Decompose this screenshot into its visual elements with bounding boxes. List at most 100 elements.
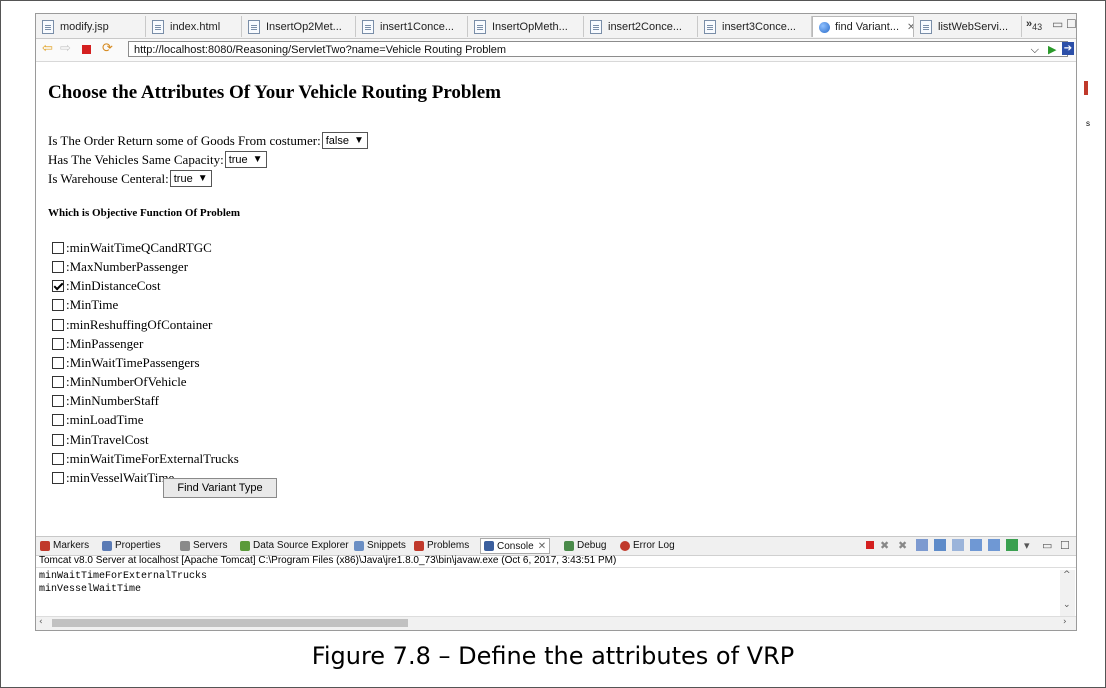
view-tab-data-source-explorer[interactable]: Data Source Explorer: [240, 540, 349, 551]
objective-checkbox-row[interactable]: :MinTime: [52, 297, 118, 313]
file-icon: [474, 19, 486, 34]
console-output[interactable]: minWaitTimeForExternalTrucks minVesselWa…: [39, 570, 207, 596]
tab-insert3conce[interactable]: insert3Conce...: [698, 16, 812, 37]
checkbox[interactable]: [52, 357, 64, 369]
word-wrap-icon[interactable]: [952, 539, 964, 551]
objective-checkbox-row[interactable]: :MinNumberOfVehicle: [52, 374, 187, 390]
tab-listwebservi[interactable]: listWebServi...: [914, 16, 1022, 37]
horizontal-scrollbar[interactable]: ‹ ›: [36, 616, 1076, 630]
scroll-lock-icon[interactable]: [934, 539, 946, 551]
view-tab-error-log[interactable]: Error Log: [620, 540, 675, 551]
attribute-row-warehouse: Is Warehouse Centeral: true ▼: [48, 170, 212, 187]
objective-checkbox-row[interactable]: :minVesselWaitTime: [52, 470, 174, 486]
file-icon: [152, 19, 164, 34]
markers-icon: [40, 540, 50, 551]
console-line: minVesselWaitTime: [39, 584, 142, 595]
checkbox[interactable]: [52, 414, 64, 426]
find-variant-button[interactable]: Find Variant Type: [163, 478, 277, 498]
scroll-left-icon[interactable]: ‹: [39, 617, 43, 627]
clear-console-icon[interactable]: [916, 539, 928, 551]
objective-checkbox-row[interactable]: :MinDistanceCost: [52, 278, 161, 294]
console-icon: [484, 541, 494, 551]
external-browser-icon[interactable]: ➔: [1062, 42, 1074, 55]
url-dropdown-icon[interactable]: ⌵: [1031, 42, 1039, 58]
tab-insert1conce[interactable]: insert1Conce...: [356, 16, 468, 37]
minimize-view-icon[interactable]: ▭: [1042, 539, 1054, 552]
order-return-select[interactable]: false ▼: [321, 132, 368, 149]
objective-checkbox-row[interactable]: :MinWaitTimePassengers: [52, 355, 200, 371]
objective-checkbox-row[interactable]: :MinPassenger: [52, 336, 143, 352]
checkbox[interactable]: [52, 434, 64, 446]
go-icon[interactable]: ▶: [1048, 43, 1056, 57]
view-tab-markers[interactable]: Markers: [40, 540, 89, 551]
properties-icon: [102, 540, 112, 551]
terminate-icon[interactable]: [866, 541, 874, 549]
close-icon[interactable]: ✕: [907, 22, 913, 33]
tab-index-html[interactable]: index.html: [146, 16, 242, 37]
scroll-right-icon[interactable]: ›: [1063, 617, 1067, 627]
view-tab-snippets[interactable]: Snippets: [354, 540, 406, 551]
checkbox[interactable]: [52, 472, 64, 484]
open-console-icon[interactable]: [1006, 539, 1018, 551]
checkbox[interactable]: [52, 242, 64, 254]
view-tab-problems[interactable]: Problems: [414, 540, 469, 551]
objective-checkbox-row[interactable]: :minReshuffingOfContainer: [52, 317, 212, 333]
objective-checkbox-row[interactable]: :MaxNumberPassenger: [52, 259, 188, 275]
file-icon: [590, 19, 602, 34]
checkbox-checked[interactable]: [52, 280, 64, 292]
objective-checkbox-row[interactable]: :MinNumberStaff: [52, 393, 159, 409]
remove-launch-icon[interactable]: ✖: [880, 539, 892, 552]
checkbox[interactable]: [52, 299, 64, 311]
minimize-icon[interactable]: ▭: [1052, 17, 1063, 31]
browser-toolbar: ⇦ ⇨ ⟳ http://localhost:8080/Reasoning/Se…: [36, 39, 1076, 62]
pin-console-icon[interactable]: [970, 539, 982, 551]
stop-icon[interactable]: [82, 45, 91, 54]
objective-checkbox-row[interactable]: :MinTravelCost: [52, 432, 149, 448]
tab-modify-jsp[interactable]: modify.jsp: [36, 16, 146, 37]
objective-checkbox-row[interactable]: :minWaitTimeForExternalTrucks: [52, 451, 239, 467]
close-icon[interactable]: ✕: [538, 541, 546, 552]
checkbox[interactable]: [52, 395, 64, 407]
tab-insertopmeth[interactable]: InsertOpMeth...: [468, 16, 584, 37]
view-tab-servers[interactable]: Servers: [180, 540, 227, 551]
refresh-icon[interactable]: ⟳: [102, 42, 113, 56]
vertical-scrollbar[interactable]: ^ ⌄: [1060, 570, 1075, 616]
file-icon: [248, 19, 260, 34]
objective-checkbox-row[interactable]: :minLoadTime: [52, 412, 144, 428]
warehouse-central-select[interactable]: true ▼: [169, 170, 212, 187]
objective-checkbox-row[interactable]: :minWaitTimeQCandRTGC: [52, 240, 212, 256]
scroll-down-icon[interactable]: ⌄: [1063, 600, 1071, 610]
checkbox[interactable]: [52, 376, 64, 388]
tab-insertop2met[interactable]: InsertOp2Met...: [242, 16, 356, 37]
back-icon[interactable]: ⇦: [42, 42, 53, 56]
url-input[interactable]: http://localhost:8080/Reasoning/ServletT…: [128, 41, 1068, 57]
console-process-label: Tomcat v8.0 Server at localhost [Apache …: [36, 555, 1076, 568]
figure-frame: modify.jsp index.html InsertOp2Met... in…: [0, 0, 1106, 688]
checkbox[interactable]: [52, 261, 64, 273]
tab-insert2conce[interactable]: insert2Conce...: [584, 16, 698, 37]
checkbox[interactable]: [52, 453, 64, 465]
figure-caption: Figure 7.8 – Define the attributes of VR…: [311, 642, 795, 670]
file-icon: [42, 19, 54, 34]
scrollbar-thumb[interactable]: [52, 619, 408, 627]
checkbox[interactable]: [52, 338, 64, 350]
maximize-view-icon[interactable]: ☐: [1060, 539, 1072, 552]
tab-overflow-button[interactable]: »43: [1026, 18, 1042, 32]
view-menu-icon[interactable]: ▾: [1024, 539, 1036, 552]
maximize-icon[interactable]: ☐: [1066, 17, 1076, 31]
remove-all-icon[interactable]: ✖: [898, 539, 910, 552]
editor-tab-bar: modify.jsp index.html InsertOp2Met... in…: [36, 14, 1076, 39]
view-tab-properties[interactable]: Properties: [102, 540, 161, 551]
display-console-icon[interactable]: [988, 539, 1000, 551]
tab-find-variant[interactable]: find Variant...✕: [812, 16, 914, 37]
checkbox[interactable]: [52, 319, 64, 331]
forward-icon[interactable]: ⇨: [60, 42, 71, 56]
web-page: Choose the Attributes Of Your Vehicle Ro…: [36, 62, 1076, 536]
view-tab-debug[interactable]: Debug: [564, 540, 606, 551]
view-tab-console[interactable]: Console ✕: [480, 538, 551, 554]
same-capacity-select[interactable]: true ▼: [224, 151, 267, 168]
side-marker-icon: [1084, 81, 1088, 95]
page-title: Choose the Attributes Of Your Vehicle Ro…: [48, 82, 502, 103]
file-icon: [704, 19, 716, 34]
scroll-up-icon[interactable]: ^: [1063, 570, 1071, 580]
